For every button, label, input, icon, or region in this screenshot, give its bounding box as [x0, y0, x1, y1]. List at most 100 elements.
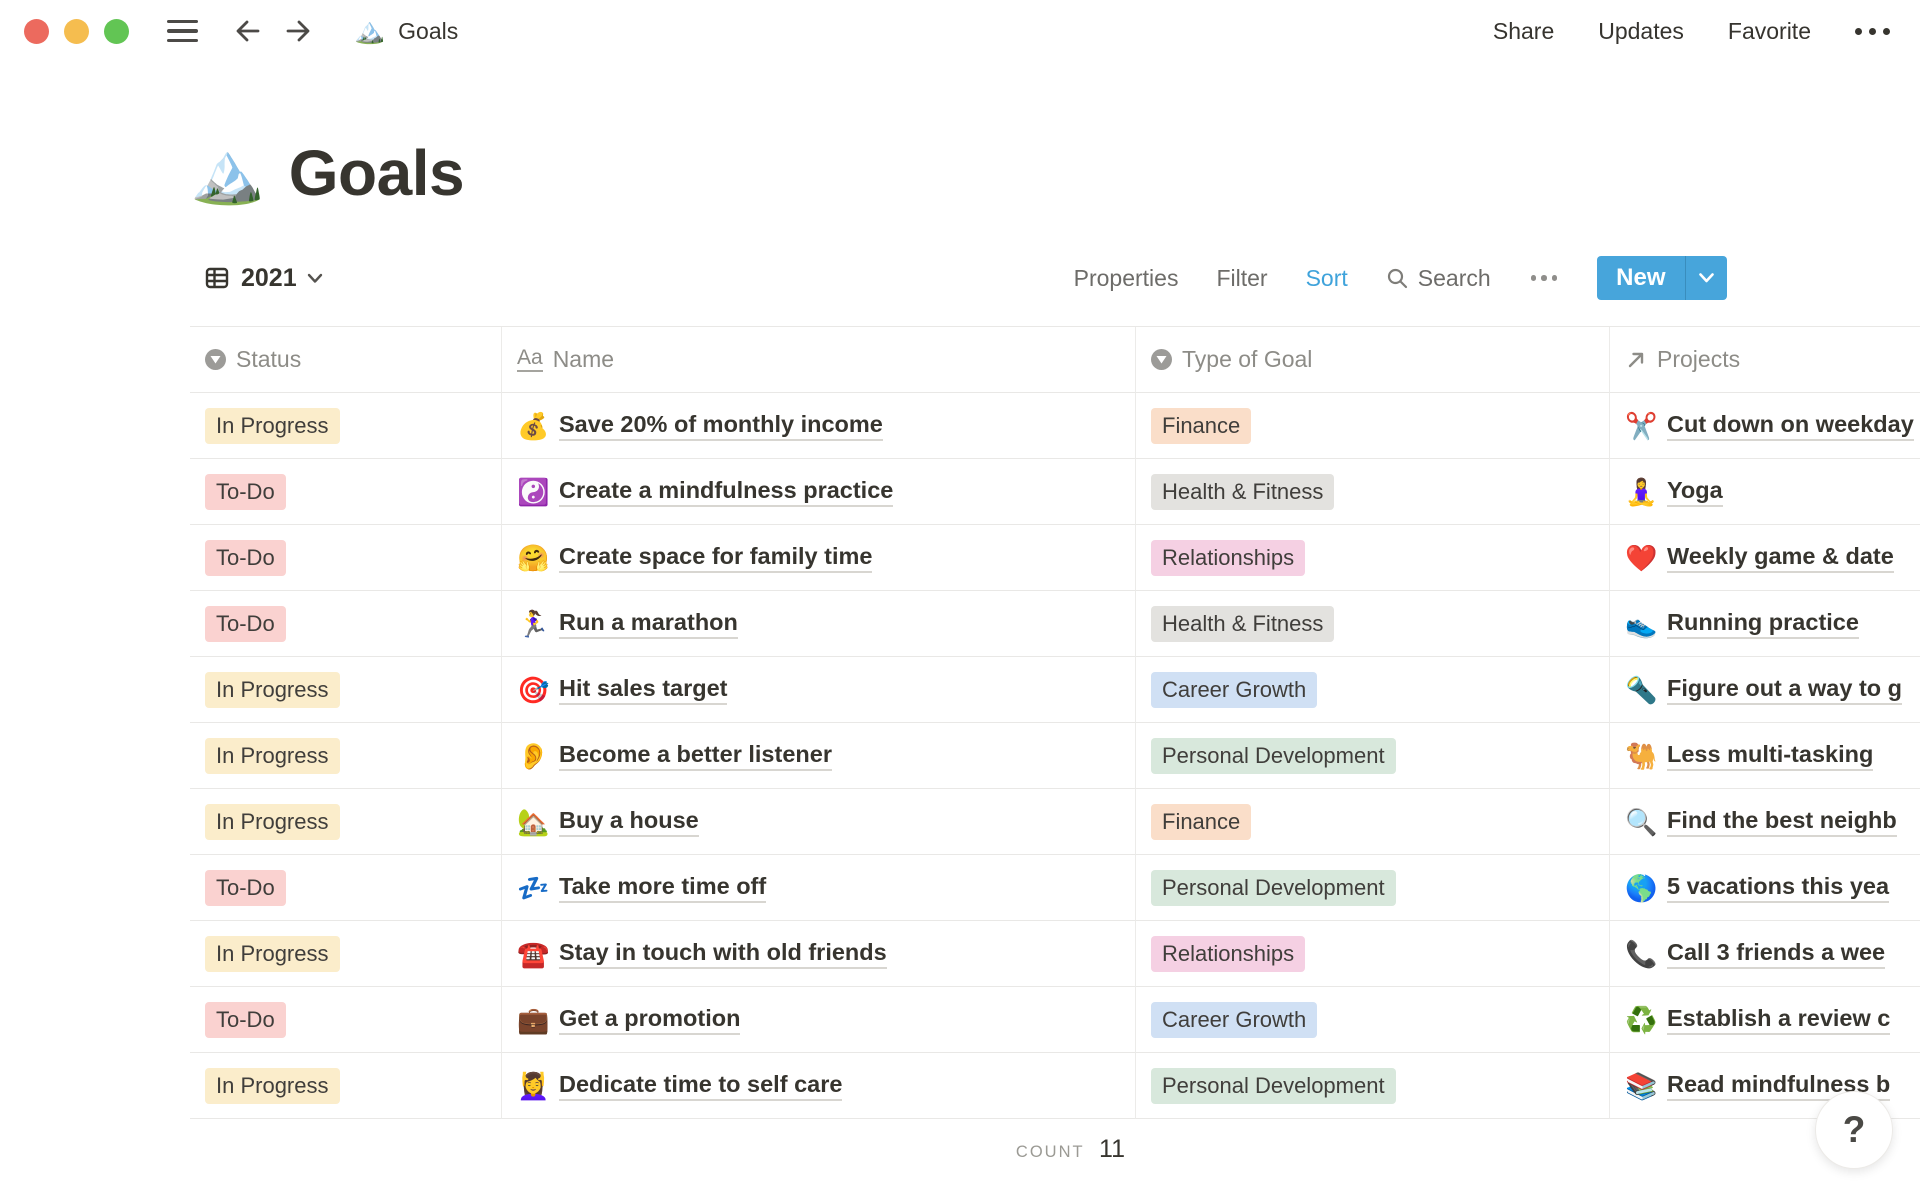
chevron-down-icon	[307, 273, 322, 283]
column-header-projects[interactable]: Projects	[1610, 327, 1920, 393]
type-of-goal-cell[interactable]: Personal Development	[1136, 855, 1610, 921]
projects-cell[interactable]: 🔍 Find the best neighb	[1610, 789, 1920, 855]
type-of-goal-cell[interactable]: Relationships	[1136, 525, 1610, 591]
status-cell[interactable]: To-Do	[190, 987, 502, 1053]
name-cell[interactable]: ☯️ Create a mindfulness practice	[502, 459, 1136, 525]
status-cell[interactable]: To-Do	[190, 525, 502, 591]
name-cell[interactable]: 💤 Take more time off	[502, 855, 1136, 921]
count-aggregate[interactable]: COUNT 11	[502, 1119, 1136, 1164]
breadcrumb[interactable]: 🏔️ Goals	[354, 18, 458, 45]
name-cell[interactable]: 👂 Become a better listener	[502, 723, 1136, 789]
project-page-link[interactable]: Yoga	[1667, 477, 1723, 507]
properties-button[interactable]: Properties	[1074, 265, 1179, 292]
updates-button[interactable]: Updates	[1598, 18, 1684, 45]
projects-cell[interactable]: 📞 Call 3 friends a wee	[1610, 921, 1920, 987]
type-of-goal-cell[interactable]: Finance	[1136, 393, 1610, 459]
name-cell[interactable]: 🏃‍♀️ Run a marathon	[502, 591, 1136, 657]
project-page-link[interactable]: Figure out a way to g	[1667, 675, 1903, 705]
status-cell[interactable]: In Progress	[190, 723, 502, 789]
goal-page-link[interactable]: Become a better listener	[559, 741, 832, 771]
more-options-icon[interactable]	[1855, 27, 1890, 35]
status-cell[interactable]: To-Do	[190, 459, 502, 525]
filter-button[interactable]: Filter	[1216, 265, 1267, 292]
goal-page-link[interactable]: Stay in touch with old friends	[559, 939, 887, 969]
type-of-goal-cell[interactable]: Health & Fitness	[1136, 459, 1610, 525]
goal-page-link[interactable]: Hit sales target	[559, 675, 728, 705]
zoom-window-button[interactable]	[104, 18, 129, 44]
column-header-type-of-goal[interactable]: Type of Goal	[1136, 327, 1610, 393]
type-badge: Finance	[1151, 803, 1252, 840]
type-of-goal-cell[interactable]: Relationships	[1136, 921, 1610, 987]
project-page-link[interactable]: 5 vacations this yea	[1667, 873, 1890, 903]
minimize-window-button[interactable]	[64, 18, 89, 44]
status-badge: In Progress	[205, 407, 340, 444]
type-of-goal-cell[interactable]: Personal Development	[1136, 723, 1610, 789]
projects-cell[interactable]: ♻️ Establish a review c	[1610, 987, 1920, 1053]
status-cell[interactable]: In Progress	[190, 657, 502, 723]
projects-cell[interactable]: 🔦 Figure out a way to g	[1610, 657, 1920, 723]
type-badge: Health & Fitness	[1151, 473, 1335, 510]
name-cell[interactable]: 🏡 Buy a house	[502, 789, 1136, 855]
goal-page-link[interactable]: Buy a house	[559, 807, 699, 837]
help-button[interactable]: ?	[1815, 1091, 1893, 1169]
page-emoji-icon[interactable]: 🏔️	[190, 143, 265, 203]
projects-cell[interactable]: 🌎 5 vacations this yea	[1610, 855, 1920, 921]
forward-button[interactable]	[282, 15, 314, 47]
name-cell[interactable]: 💆‍♀️ Dedicate time to self care	[502, 1053, 1136, 1119]
status-cell[interactable]: To-Do	[190, 591, 502, 657]
name-cell[interactable]: ☎️ Stay in touch with old friends	[502, 921, 1136, 987]
back-button[interactable]	[232, 15, 264, 47]
name-cell[interactable]: 🎯 Hit sales target	[502, 657, 1136, 723]
project-page-link[interactable]: Find the best neighb	[1667, 807, 1897, 837]
new-record-button[interactable]: New	[1597, 256, 1727, 300]
close-window-button[interactable]	[24, 18, 49, 44]
type-of-goal-cell[interactable]: Career Growth	[1136, 987, 1610, 1053]
status-cell[interactable]: In Progress	[190, 789, 502, 855]
project-page-link[interactable]: Less multi-tasking	[1667, 741, 1874, 771]
type-of-goal-cell[interactable]: Finance	[1136, 789, 1610, 855]
project-emoji-icon: 🔍	[1625, 806, 1658, 837]
share-button[interactable]: Share	[1493, 18, 1554, 45]
status-cell[interactable]: In Progress	[190, 393, 502, 459]
status-cell[interactable]: In Progress	[190, 1053, 502, 1119]
projects-cell[interactable]: ❤️ Weekly game & date	[1610, 525, 1920, 591]
status-cell[interactable]: In Progress	[190, 921, 502, 987]
goal-page-link[interactable]: Run a marathon	[559, 609, 738, 639]
type-of-goal-cell[interactable]: Personal Development	[1136, 1053, 1610, 1119]
type-of-goal-cell[interactable]: Career Growth	[1136, 657, 1610, 723]
project-page-link[interactable]: Cut down on weekday	[1667, 411, 1914, 441]
type-badge: Relationships	[1151, 935, 1306, 972]
search-control[interactable]: Search	[1386, 265, 1491, 292]
goal-emoji-icon: ☯️	[517, 476, 550, 507]
project-page-link[interactable]: Weekly game & date	[1667, 543, 1894, 573]
projects-cell[interactable]: ✂️ Cut down on weekday	[1610, 393, 1920, 459]
favorite-button[interactable]: Favorite	[1728, 18, 1811, 45]
project-page-link[interactable]: Running practice	[1667, 609, 1859, 639]
sort-button[interactable]: Sort	[1306, 265, 1348, 292]
column-header-name[interactable]: Aa Name	[502, 327, 1136, 393]
name-cell[interactable]: 🤗 Create space for family time	[502, 525, 1136, 591]
name-cell[interactable]: 💼 Get a promotion	[502, 987, 1136, 1053]
projects-cell[interactable]: 👟 Running practice	[1610, 591, 1920, 657]
goal-page-link[interactable]: Get a promotion	[559, 1005, 741, 1035]
count-value: 11	[1099, 1135, 1125, 1163]
name-cell[interactable]: 💰 Save 20% of monthly income	[502, 393, 1136, 459]
column-header-status[interactable]: Status	[190, 327, 502, 393]
new-dropdown-button[interactable]	[1686, 256, 1727, 300]
new-button-label[interactable]: New	[1597, 256, 1684, 300]
goal-page-link[interactable]: Create a mindfulness practice	[559, 477, 894, 507]
view-switcher[interactable]: 2021	[190, 264, 323, 293]
project-page-link[interactable]: Establish a review c	[1667, 1005, 1891, 1035]
goal-page-link[interactable]: Create space for family time	[559, 543, 873, 573]
type-of-goal-cell[interactable]: Health & Fitness	[1136, 591, 1610, 657]
goal-page-link[interactable]: Dedicate time to self care	[559, 1071, 843, 1101]
projects-cell[interactable]: 🐫 Less multi-tasking	[1610, 723, 1920, 789]
sidebar-menu-icon[interactable]	[167, 19, 198, 43]
goal-page-link[interactable]: Save 20% of monthly income	[559, 411, 883, 441]
status-cell[interactable]: To-Do	[190, 855, 502, 921]
page-title[interactable]: Goals	[289, 136, 465, 210]
projects-cell[interactable]: 🧘‍♀️ Yoga	[1610, 459, 1920, 525]
project-page-link[interactable]: Call 3 friends a wee	[1667, 939, 1886, 969]
view-options-icon[interactable]	[1529, 275, 1560, 281]
goal-page-link[interactable]: Take more time off	[559, 873, 767, 903]
